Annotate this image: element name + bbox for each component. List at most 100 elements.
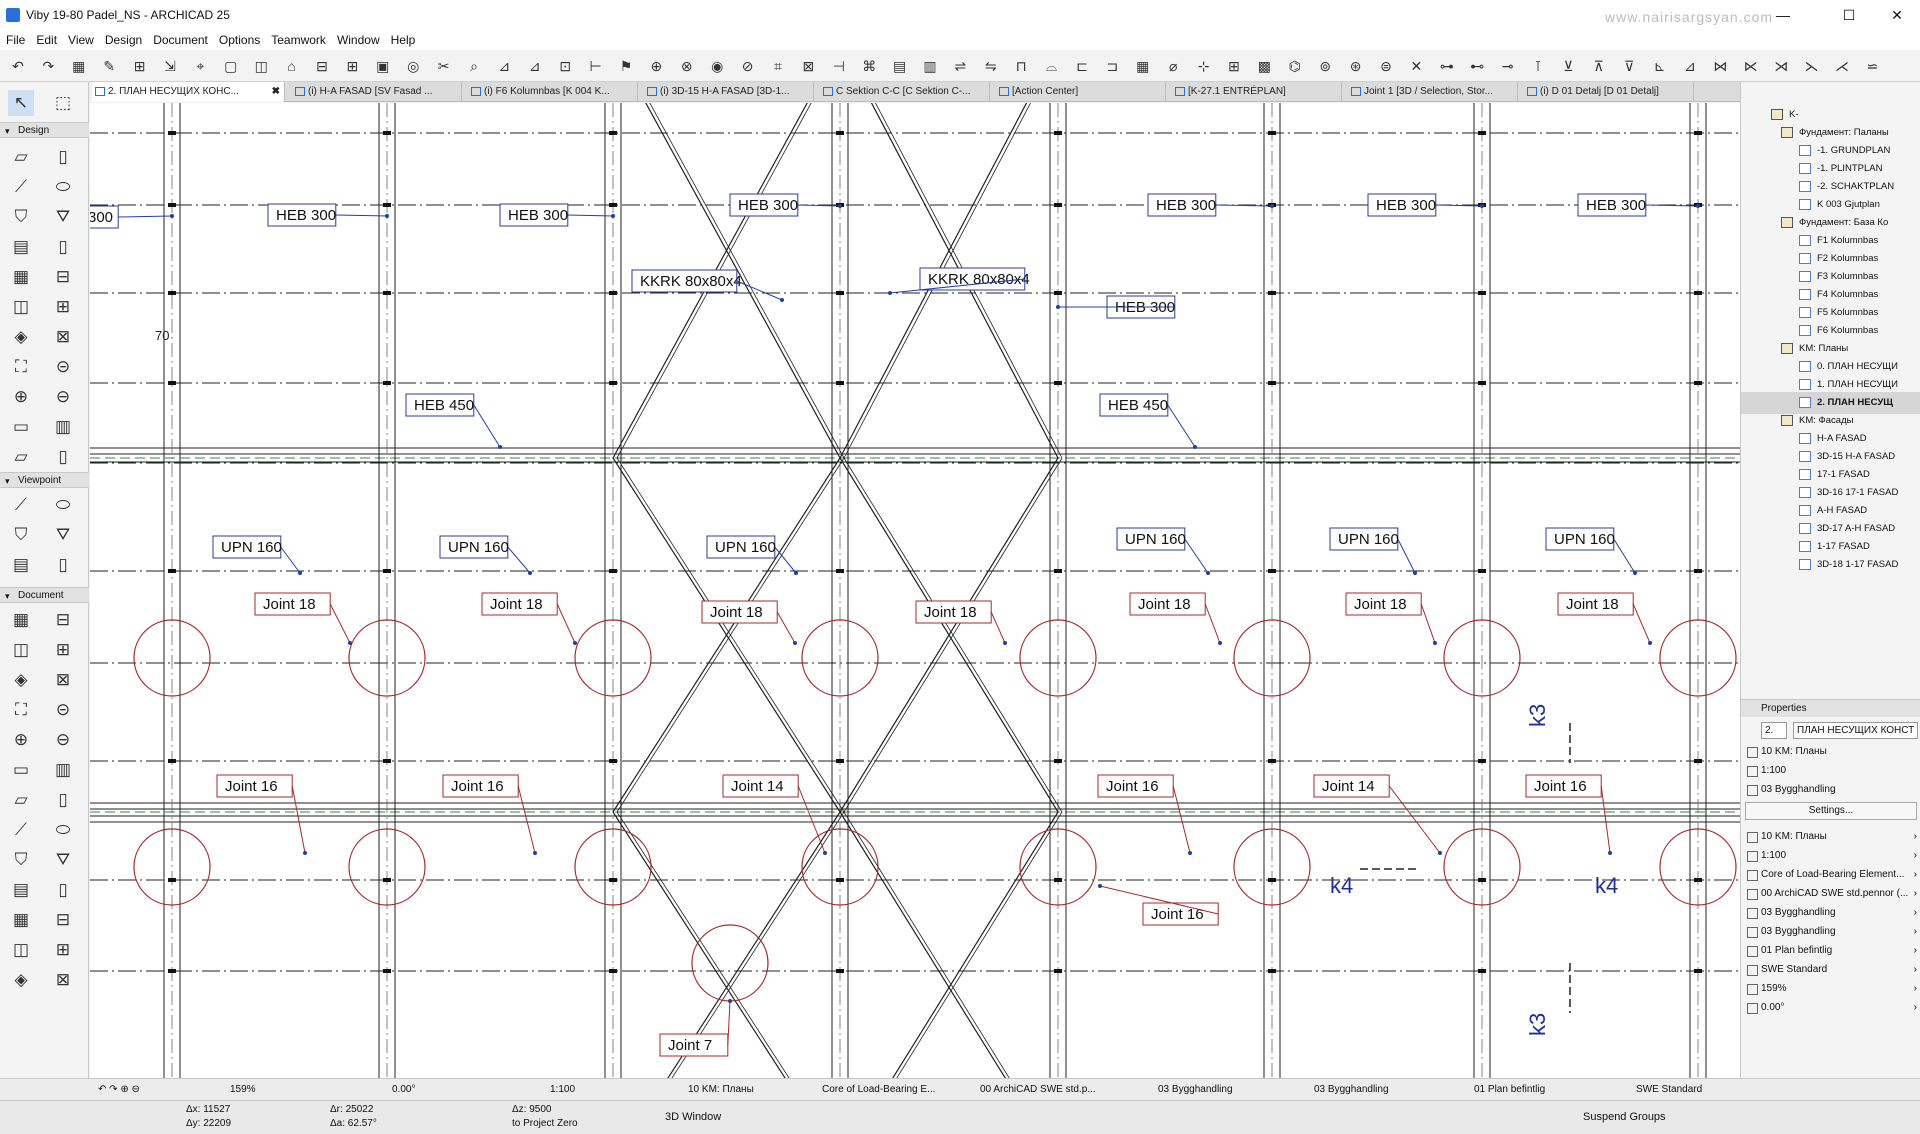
toolbar-tool-icon[interactable]: ⌕: [464, 56, 484, 76]
minimize-button[interactable]: —: [1760, 0, 1806, 30]
toolbar-tool-icon[interactable]: ⊷: [1467, 56, 1487, 76]
tab-h-a-fasad[interactable]: (i) H-A FASAD [SV Fasad ...: [292, 82, 462, 102]
toolbar-tool-icon[interactable]: ⌘: [859, 56, 879, 76]
toolbar-tool-icon[interactable]: ⊐: [1102, 56, 1122, 76]
menu-teamwork[interactable]: Teamwork: [271, 33, 326, 47]
toolbar-tool-icon[interactable]: ⊻: [1558, 56, 1578, 76]
toolbar-tool-icon[interactable]: ⊛: [1346, 56, 1366, 76]
toolbox-tool-icon[interactable]: ⊝: [50, 354, 76, 380]
toolbar-tool-icon[interactable]: ✂: [434, 56, 454, 76]
toolbox-tool-icon[interactable]: ▥: [50, 757, 76, 783]
settings-button[interactable]: Settings...: [1745, 802, 1917, 820]
toolbox-tool-icon[interactable]: ⛉: [8, 847, 34, 873]
toolbar-tool-icon[interactable]: ⌖: [190, 56, 210, 76]
toolbar-tool-icon[interactable]: ⇋: [981, 56, 1001, 76]
toolbar-tool-icon[interactable]: ✕: [1406, 56, 1426, 76]
tab-entreplan[interactable]: [K-27.1 ENTRÉPLAN]: [1172, 82, 1342, 102]
toolbox-tool-icon[interactable]: ⛶: [8, 697, 34, 723]
toolbar-tool-icon[interactable]: ⊿: [494, 56, 514, 76]
toolbar-tool-icon[interactable]: ⌓: [1042, 56, 1062, 76]
rotation-value[interactable]: 0.00°: [392, 1079, 415, 1101]
quick-option-row[interactable]: 00 ArchiCAD SWE std.pennor (... ›: [1741, 884, 1920, 903]
toolbar-tool-icon[interactable]: ⊣: [829, 56, 849, 76]
toolbox-tool-icon[interactable]: ▦: [8, 607, 34, 633]
close-window-button[interactable]: ✕: [1874, 0, 1920, 30]
toolbar-tool-icon[interactable]: ⋋: [1802, 56, 1822, 76]
undo-zoom-icon[interactable]: ↶ ↷ ⊕ ⊖: [98, 1079, 140, 1101]
tab-action-center[interactable]: [Action Center]: [996, 82, 1166, 102]
toolbox-tool-icon[interactable]: ▯: [50, 144, 76, 170]
toolbox-tool-icon[interactable]: ▯: [50, 444, 76, 470]
pen-set-value[interactable]: 00 ArchiCAD SWE std.p...: [980, 1079, 1100, 1101]
graphic-override-value[interactable]: 03 Bygghandling: [1314, 1079, 1389, 1101]
viewpoint-section-header[interactable]: Viewpoint: [0, 472, 89, 489]
layer-combo-value[interactable]: 10 KM: Планы: [688, 1079, 754, 1101]
toolbar-tool-icon[interactable]: ⌂: [282, 56, 302, 76]
toolbox-tool-icon[interactable]: ⊞: [50, 294, 76, 320]
tab-plan-2[interactable]: 2. ПЛАН НЕСУЩИХ КОНС... ✖: [92, 82, 285, 102]
toolbox-tool-icon[interactable]: ⊠: [50, 667, 76, 693]
toolbar-tool-icon[interactable]: ▥: [920, 56, 940, 76]
toolbar-tool-icon[interactable]: ⇌: [950, 56, 970, 76]
close-tab-icon[interactable]: ✖: [272, 82, 280, 102]
toolbar-tool-icon[interactable]: ⊽: [1619, 56, 1639, 76]
structural-plan-drawing[interactable]: 300 HEB 300 HEB 300 HEB 300 HEB 300 HEB 300 HE…: [90, 103, 1740, 1078]
toolbox-tool-icon[interactable]: ▭: [8, 414, 34, 440]
toolbar-tool-icon[interactable]: ✎: [99, 56, 119, 76]
toolbar-tool-icon[interactable]: ⊺: [1528, 56, 1548, 76]
floor-plan-canvas[interactable]: 300 HEB 300 HEB 300 HEB 300 HEB 300 HEB 300 HE…: [90, 103, 1740, 1078]
toolbox-tool-icon[interactable]: ⊖: [50, 384, 76, 410]
toolbar-tool-icon[interactable]: ⌗: [768, 56, 788, 76]
quick-option-row[interactable]: 03 Bygghandling ›: [1741, 903, 1920, 922]
toolbox-tool-icon[interactable]: ◫: [8, 937, 34, 963]
toolbox-tool-icon[interactable]: ⊞: [50, 937, 76, 963]
toolbar-tool-icon[interactable]: ⋍: [1862, 56, 1882, 76]
toolbox-tool-icon[interactable]: ⊠: [50, 324, 76, 350]
quick-option-row[interactable]: 03 Bygghandling ›: [1741, 922, 1920, 941]
toolbar-tool-icon[interactable]: ⊞: [1224, 56, 1244, 76]
toolbar-tool-icon[interactable]: ⊿: [1680, 56, 1700, 76]
toolbox-tool-icon[interactable]: ⛶: [8, 354, 34, 380]
toolbar-tool-icon[interactable]: ⊿: [525, 56, 545, 76]
toolbox-tool-icon[interactable]: ▤: [8, 877, 34, 903]
toolbar-tool-icon[interactable]: ⊓: [1011, 56, 1031, 76]
toolbox-tool-icon[interactable]: ⊖: [50, 727, 76, 753]
toolbox-tool-icon[interactable]: ⬭: [50, 492, 76, 518]
suspend-groups-button[interactable]: Suspend Groups: [1583, 1111, 1666, 1123]
toolbar-tool-icon[interactable]: ⌀: [1163, 56, 1183, 76]
toolbar-tool-icon[interactable]: ◫: [251, 56, 271, 76]
menu-file[interactable]: File: [6, 33, 25, 47]
quick-option-row[interactable]: SWE Standard ›: [1741, 960, 1920, 979]
toolbar-tool-icon[interactable]: ⊾: [1650, 56, 1670, 76]
toolbox-tool-icon[interactable]: ◈: [8, 967, 34, 993]
toolbar-tool-icon[interactable]: ⋉: [1741, 56, 1761, 76]
menu-document[interactable]: Document: [153, 33, 208, 47]
toolbar-tool-icon[interactable]: ↷: [38, 56, 58, 76]
toolbar-tool-icon[interactable]: ⊠: [798, 56, 818, 76]
toolbox-tool-icon[interactable]: ⬭: [50, 174, 76, 200]
toolbox-tool-icon[interactable]: ▭: [8, 757, 34, 783]
toolbox-tool-icon[interactable]: ◫: [8, 637, 34, 663]
toolbar-tool-icon[interactable]: ⊜: [1376, 56, 1396, 76]
toolbar-tool-icon[interactable]: ◉: [707, 56, 727, 76]
toolbar-tool-icon[interactable]: ↶: [8, 56, 28, 76]
structure-display-value[interactable]: Core of Load-Bearing E...: [822, 1079, 942, 1101]
tab-d01-detalj[interactable]: (i) D 01 Detalj [D 01 Detalj]: [1524, 82, 1694, 102]
toolbox-tool-icon[interactable]: ▦: [8, 907, 34, 933]
toolbox-tool-icon[interactable]: ⊕: [8, 384, 34, 410]
toolbox-tool-icon[interactable]: ▯: [50, 877, 76, 903]
tab-3d-15[interactable]: (i) 3D-15 H-A FASAD [3D-1...: [644, 82, 814, 102]
3d-window-button[interactable]: 3D Window: [665, 1111, 721, 1123]
toolbox-tool-icon[interactable]: ⊟: [50, 607, 76, 633]
toolbar-tool-icon[interactable]: ⊚: [1315, 56, 1335, 76]
toolbox-tool-icon[interactable]: ⟋: [8, 492, 34, 518]
toolbox-tool-icon[interactable]: ▯: [50, 234, 76, 260]
menu-view[interactable]: View: [68, 33, 94, 47]
toolbox-tool-icon[interactable]: ⬭: [50, 817, 76, 843]
toolbox-tool-icon[interactable]: ⊞: [50, 637, 76, 663]
toolbox-tool-icon[interactable]: ⛛: [50, 522, 76, 548]
toolbox-tool-icon[interactable]: ▤: [8, 234, 34, 260]
toolbar-tool-icon[interactable]: ⊞: [130, 56, 150, 76]
quick-option-row[interactable]: 01 Plan befintlig ›: [1741, 941, 1920, 960]
model-view-value[interactable]: 03 Bygghandling: [1158, 1079, 1233, 1101]
